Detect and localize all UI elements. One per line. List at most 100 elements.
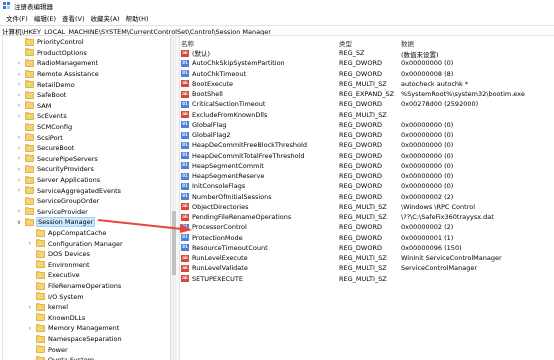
value-row[interactable]: 01 NumberOfInitialSessions REG_DWORD 0x0000… [181, 192, 554, 202]
value-data: 0x00000002 (2) [401, 192, 454, 201]
tree-item[interactable]: › ServiceProvider [16, 207, 88, 218]
value-row[interactable]: 01 HeapSegmentCommit REG_DWORD 0x00000000 (… [181, 161, 554, 171]
tree-item[interactable]: › SafeBoot [16, 90, 66, 101]
chevron-right-icon[interactable]: › [16, 177, 22, 184]
tree-item[interactable]: › SecurityProviders [16, 164, 94, 175]
tree-item[interactable]: › SecurePipeServers [16, 154, 98, 165]
value-row[interactable]: ab RunLevelExecute REG_MULTI_SZ WinInit Ser… [181, 253, 554, 263]
chevron-right-icon[interactable]: › [16, 166, 22, 173]
chevron-right-icon[interactable]: › [16, 134, 22, 141]
tree-item[interactable]: ›SCMConfig [16, 122, 72, 133]
chevron-right-icon[interactable]: › [16, 60, 22, 67]
value-row[interactable]: ab (默认) REG_SZ (数值未设置) [181, 48, 554, 59]
tree-item[interactable]: › Memory Management [27, 323, 119, 334]
tree-item[interactable]: › ScEvents [16, 111, 67, 122]
value-row[interactable]: 01 GlobalFlag REG_DWORD 0x00000000 (0) [181, 120, 554, 130]
value-row[interactable]: 01 HeapDeCommitFreeBlockThreshold REG_DWOR… [181, 140, 554, 150]
menu-file[interactable]: 文件(F) [3, 13, 31, 23]
tree-item[interactable]: ›Power [27, 344, 68, 355]
tree-item[interactable]: › ServiceAggregatedEvents [16, 185, 121, 196]
tree-item[interactable]: › SAM [16, 101, 51, 112]
value-row[interactable]: ab SETUPEXECUTE REG_MULTI_SZ [181, 274, 554, 284]
tree-item[interactable]: › Server Applications [16, 175, 100, 186]
tree-item[interactable]: ›Executive [27, 270, 80, 281]
tree-item[interactable]: › RadioManagement [16, 58, 98, 69]
tree-item[interactable]: ›FileRenameOperations [27, 281, 121, 292]
chevron-right-icon[interactable]: › [27, 240, 33, 247]
menu-bar: 文件(F) 编辑(E) 查看(V) 收藏夹(A) 帮助(H) [0, 12, 554, 24]
tree-item[interactable]: › Remote Assistance [16, 69, 99, 80]
chevron-right-icon[interactable]: › [16, 187, 22, 194]
tree-item-label: AppCompatCache [48, 229, 107, 238]
tree-item[interactable]: ›DOS Devices [27, 249, 90, 260]
value-data: 0x00000000 (0) [401, 131, 454, 139]
value-row[interactable]: 01 ProtectionMode REG_DWORD 0x00000001 (1) [181, 233, 554, 243]
tree-item-label: Session Manager [35, 217, 96, 228]
tree-item[interactable]: ∨ Session Manager [16, 217, 96, 228]
tree-item[interactable]: ›Environment [27, 260, 90, 271]
column-name[interactable]: 名称 [181, 38, 194, 48]
binary-value-icon: 01 [181, 182, 189, 190]
value-data: 0x00000000 (0) [401, 182, 454, 191]
value-row[interactable]: ab RunLevelValidate REG_MULTI_SZ ServiceCon… [181, 263, 554, 273]
binary-value-icon: 01 [181, 223, 189, 231]
value-row[interactable]: ab PendingFileRenameOperations REG_MULTI_S… [181, 212, 554, 222]
chevron-down-icon[interactable]: ∨ [16, 219, 22, 226]
value-data: WinInit ServiceControlManager [401, 254, 502, 262]
value-name: CriticalSectionTimeout [192, 100, 266, 109]
value-row[interactable]: ab ExcludeFromKnownDlls REG_MULTI_SZ [181, 110, 554, 120]
value-row[interactable]: 01 ResourceTimeoutCount REG_DWORD 0x0000009… [181, 243, 554, 253]
column-type[interactable]: 类型 [339, 38, 352, 48]
folder-icon [25, 122, 34, 131]
pane-splitter[interactable] [176, 36, 180, 360]
tree-item[interactable]: › SecureBoot [16, 143, 74, 154]
value-row[interactable]: 01 HeapSegmentReserve REG_DWORD 0x00000000 … [181, 171, 554, 181]
menu-help[interactable]: 帮助(H) [123, 13, 152, 23]
menu-favorites[interactable]: 收藏夹(A) [88, 13, 123, 23]
value-row[interactable]: 01 CriticalSectionTimeout REG_DWORD 0x00278… [181, 99, 554, 109]
value-row[interactable]: 01 ProcessorControl REG_DWORD 0x00000002 (2… [181, 222, 554, 232]
tree-item[interactable]: ›Quota System [27, 355, 94, 360]
value-row[interactable]: 01 InitConsoleFlags REG_DWORD 0x00000000 (0… [181, 181, 554, 191]
tree-item-label: Environment [48, 260, 90, 269]
value-type: REG_MULTI_SZ [339, 254, 387, 262]
tree-item[interactable]: › Configuration Manager [27, 238, 123, 249]
tree-item[interactable]: › kernel [27, 302, 68, 313]
chevron-right-icon[interactable]: › [16, 102, 22, 109]
tree-item[interactable]: ›I/O System [27, 291, 84, 302]
binary-value-icon: 01 [181, 59, 189, 67]
value-row[interactable]: 01 AutoChkSkipSystemPartition REG_DWORD 0x0… [181, 58, 554, 68]
chevron-right-icon[interactable]: › [27, 325, 33, 332]
address-bar[interactable]: 计算机\HKEY_LOCAL_MACHINE\SYSTEM\CurrentCon… [0, 25, 554, 36]
value-row[interactable]: ab ObjectDirectories REG_MULTI_SZ \Windows … [181, 202, 554, 212]
value-row[interactable]: ab BootShell REG_EXPAND_SZ %SystemRoot%\sys… [181, 89, 554, 99]
chevron-right-icon[interactable]: › [16, 155, 22, 162]
value-row[interactable]: 01 AutoChkTimeout REG_DWORD 0x00000008 (8) [181, 69, 554, 79]
chevron-right-icon[interactable]: › [16, 92, 22, 99]
value-row[interactable]: ab BootExecute REG_MULTI_SZ autocheck autoc… [181, 79, 554, 89]
value-data: 0x00000000 (0) [401, 151, 454, 160]
chevron-right-icon[interactable]: › [16, 71, 22, 78]
value-row[interactable]: 01 GlobalFlag2 REG_DWORD 0x00000000 (0) [181, 130, 554, 140]
chevron-right-icon[interactable]: › [16, 145, 22, 152]
tree-item[interactable]: ›AppCompatCache [27, 228, 106, 239]
menu-view[interactable]: 查看(V) [59, 13, 88, 23]
tree-item-label: RadioManagement [37, 59, 99, 68]
tree-item[interactable]: › RetailDemo [16, 79, 75, 90]
value-row[interactable]: 01 HeapDeCommitTotalFreeThreshold REG_DWOR… [181, 151, 554, 161]
tree-item[interactable]: ›KnownDLLs [27, 313, 85, 324]
tree-item[interactable]: ›PriorityControl [16, 37, 84, 48]
menu-edit[interactable]: 编辑(E) [31, 13, 59, 23]
chevron-right-icon[interactable]: › [27, 304, 33, 311]
chevron-right-icon[interactable]: › [16, 81, 22, 88]
chevron-right-icon[interactable]: › [16, 208, 22, 215]
tree-item[interactable]: ›NamespaceSeparation [27, 334, 122, 345]
tree-item[interactable]: ›ServiceGroupOrder [16, 196, 99, 207]
tree-item-label: Power [48, 345, 68, 354]
tree-item[interactable]: › ScsiPort [16, 132, 63, 143]
binary-value-icon: 01 [181, 244, 189, 252]
column-data[interactable]: 数据 [401, 38, 414, 48]
value-name: NumberOfInitialSessions [192, 192, 272, 201]
chevron-right-icon[interactable]: › [16, 113, 22, 120]
tree-item[interactable]: ›ProductOptions [16, 48, 87, 59]
